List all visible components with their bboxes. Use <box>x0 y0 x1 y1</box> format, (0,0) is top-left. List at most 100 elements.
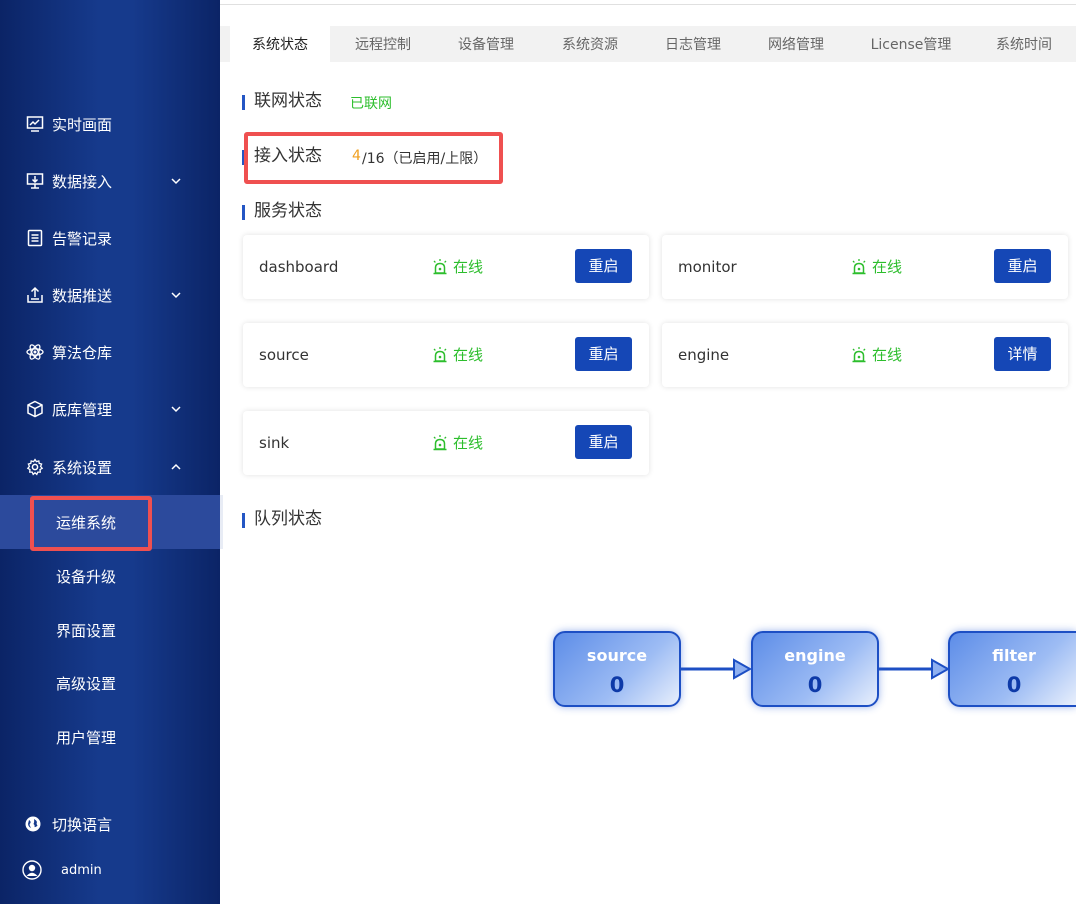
alarm-light-icon <box>433 259 447 275</box>
sidebar-item-label: 数据接入 <box>52 172 113 191</box>
highlight-box <box>30 496 152 551</box>
service-card-sink: sink 在线 重启 <box>243 411 649 475</box>
language-label: 切换语言 <box>52 815 113 834</box>
tab-remote-control[interactable]: 远程控制 <box>333 26 433 62</box>
queue-node-value: 0 <box>1006 673 1022 697</box>
queue-node-filter: filter 0 <box>948 631 1076 707</box>
service-name: source <box>259 346 309 364</box>
sidebar-item-realtime[interactable]: 实时画面 <box>0 104 220 144</box>
sidebar-subitem-ui-settings[interactable]: 界面设置 <box>0 610 220 650</box>
tab-system-resources[interactable]: 系统资源 <box>540 26 640 62</box>
tab-bar: 系统状态 远程控制 设备管理 系统资源 日志管理 网络管理 License管理 … <box>220 26 1076 62</box>
details-button[interactable]: 详情 <box>994 337 1051 371</box>
service-status-label: 在线 <box>872 258 903 276</box>
globe-icon <box>23 814 43 834</box>
tab-system-status[interactable]: 系统状态 <box>230 26 330 62</box>
sidebar-subitem-label: 用户管理 <box>56 728 117 747</box>
chevron-down-icon <box>171 178 181 185</box>
document-icon <box>25 228 45 248</box>
restart-button[interactable]: 重启 <box>575 337 632 371</box>
sidebar-item-label: 系统设置 <box>52 458 113 477</box>
tab-device-management[interactable]: 设备管理 <box>436 26 536 62</box>
sidebar-item-data-push[interactable]: 数据推送 <box>0 275 220 315</box>
service-status-label: 在线 <box>453 434 484 452</box>
network-status-section: 联网状态 <box>242 91 322 111</box>
service-status-label: 在线 <box>453 258 484 276</box>
language-switch[interactable]: 切换语言 <box>0 808 220 840</box>
chevron-up-icon <box>171 463 181 470</box>
service-status: 在线 <box>431 411 483 475</box>
service-name: monitor <box>678 258 737 276</box>
service-name: sink <box>259 434 290 452</box>
highlight-box <box>244 132 503 184</box>
sidebar: 实时画面 数据接入 告警记录 数据推送 算法仓库 底库管理 系统设置 运维系统 … <box>0 0 223 904</box>
service-card-dashboard: dashboard 在线 重启 <box>243 235 649 299</box>
service-status-label: 在线 <box>872 346 903 364</box>
top-border <box>220 0 1076 5</box>
network-status-value: 已联网 <box>350 96 392 112</box>
restart-button[interactable]: 重启 <box>575 249 632 283</box>
queue-node-name: filter <box>992 646 1036 665</box>
service-card-monitor: monitor 在线 重启 <box>662 235 1068 299</box>
tab-license-management[interactable]: License管理 <box>856 26 966 62</box>
tab-system-time[interactable]: 系统时间 <box>978 26 1070 62</box>
tab-network-management[interactable]: 网络管理 <box>746 26 846 62</box>
sidebar-subitem-label: 设备升级 <box>56 567 117 586</box>
queue-status-section: 队列状态 <box>242 509 322 529</box>
sidebar-item-label: 实时画面 <box>52 115 113 134</box>
service-status: 在线 <box>850 235 902 299</box>
sidebar-item-data-input[interactable]: 数据接入 <box>0 161 220 201</box>
queue-node-engine: engine 0 <box>751 631 879 707</box>
flow-arrow <box>680 658 752 680</box>
chevron-down-icon <box>171 292 181 299</box>
gear-icon <box>25 457 45 477</box>
service-status-section: 服务状态 <box>242 201 322 221</box>
sidebar-item-system-settings[interactable]: 系统设置 <box>0 447 220 487</box>
service-status: 在线 <box>850 323 902 387</box>
sidebar-subitem-label: 高级设置 <box>56 674 117 693</box>
alarm-light-icon <box>433 435 447 451</box>
queue-node-name: source <box>586 646 648 665</box>
alarm-light-icon <box>852 347 866 363</box>
sidebar-subitem-device-upgrade[interactable]: 设备升级 <box>0 556 220 596</box>
flow-arrow <box>878 658 950 680</box>
queue-node-value: 0 <box>609 673 625 697</box>
sidebar-item-alarm-records[interactable]: 告警记录 <box>0 218 220 258</box>
tab-log-management[interactable]: 日志管理 <box>643 26 743 62</box>
service-status-title: 服务状态 <box>254 201 322 221</box>
sidebar-item-label: 告警记录 <box>52 229 113 248</box>
restart-button[interactable]: 重启 <box>994 249 1051 283</box>
user-name: admin <box>61 862 102 878</box>
sidebar-subitem-user-management[interactable]: 用户管理 <box>0 717 220 757</box>
user-profile[interactable]: admin <box>0 856 220 884</box>
service-status-label: 在线 <box>453 346 484 364</box>
sidebar-item-label: 算法仓库 <box>52 343 113 362</box>
sidebar-item-algorithm-store[interactable]: 算法仓库 <box>0 332 220 372</box>
data-input-icon <box>25 171 45 191</box>
sidebar-item-label: 数据推送 <box>52 286 113 305</box>
restart-button[interactable]: 重启 <box>575 425 632 459</box>
avatar <box>22 860 42 880</box>
service-card-source: source 在线 重启 <box>243 323 649 387</box>
sidebar-item-library[interactable]: 底库管理 <box>0 389 220 429</box>
upload-icon <box>25 285 45 305</box>
service-status: 在线 <box>431 235 483 299</box>
chevron-down-icon <box>171 406 181 413</box>
queue-node-value: 0 <box>807 673 823 697</box>
queue-node-name: engine <box>784 646 846 665</box>
sidebar-subitem-label: 界面设置 <box>56 621 117 640</box>
monitor-chart-icon <box>25 114 45 134</box>
service-status: 在线 <box>431 323 483 387</box>
service-card-engine: engine 在线 详情 <box>662 323 1068 387</box>
sidebar-subitem-advanced-settings[interactable]: 高级设置 <box>0 663 220 703</box>
service-name: engine <box>678 346 730 364</box>
service-name: dashboard <box>259 258 339 276</box>
sidebar-item-label: 底库管理 <box>52 400 113 419</box>
queue-node-source: source 0 <box>553 631 681 707</box>
network-status-title: 联网状态 <box>254 91 322 111</box>
alarm-light-icon <box>852 259 866 275</box>
cube-icon <box>25 399 45 419</box>
queue-status-title: 队列状态 <box>254 509 322 529</box>
alarm-light-icon <box>433 347 447 363</box>
atom-icon <box>25 342 45 362</box>
